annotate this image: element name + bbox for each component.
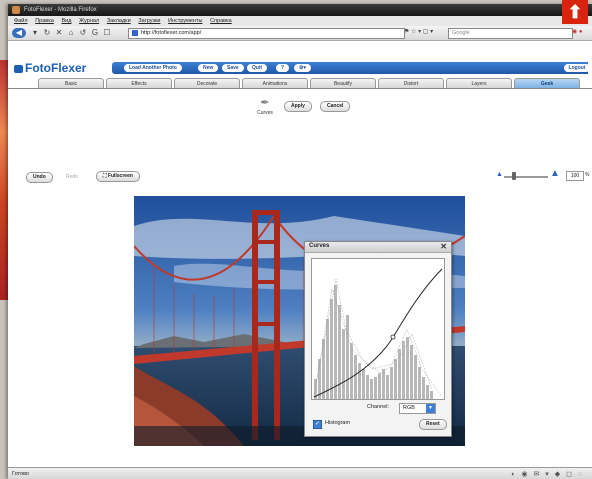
help-icon[interactable]: ? bbox=[276, 64, 290, 72]
site-favicon-icon bbox=[132, 29, 138, 36]
quit-button[interactable]: Quit bbox=[247, 64, 267, 72]
menu-item-downloads[interactable]: Загрузки bbox=[138, 16, 160, 26]
save-button[interactable]: Save bbox=[222, 64, 244, 72]
menu-item-file[interactable]: Файл bbox=[14, 16, 28, 26]
url-text: http://fotoflexer.com/app/ bbox=[141, 30, 202, 36]
menu-item-bookmarks[interactable]: Закладки bbox=[107, 16, 131, 26]
curves-dialog-titlebar[interactable]: Curves ✕ bbox=[305, 242, 451, 253]
channel-value: RGB bbox=[403, 405, 415, 411]
undo-button[interactable]: Undo bbox=[26, 172, 53, 183]
reset-button[interactable]: Reset bbox=[419, 419, 447, 430]
zoom-in-icon[interactable]: ▲ bbox=[550, 168, 560, 179]
url-field[interactable]: http://fotoflexer.com/app/ bbox=[128, 28, 405, 39]
zoom-unit: % bbox=[585, 172, 590, 178]
redo-button[interactable]: Redo bbox=[66, 174, 78, 180]
zoom-out-icon[interactable]: ▲ bbox=[496, 171, 503, 178]
dropdown-icon[interactable]: ▾ bbox=[30, 28, 40, 38]
browser-window: FotoFlexer - Mozilla Firefox Файл Правка… bbox=[8, 4, 592, 479]
search-field[interactable]: Google bbox=[448, 28, 573, 39]
bookmark-icon[interactable]: ☐ bbox=[102, 28, 112, 38]
logo-text: FotoFlexer bbox=[25, 61, 87, 75]
status-tray-icons[interactable]: ◐ ◉ ✉ ▾ ◆ ◻ ◌ bbox=[511, 470, 584, 478]
curves-tool[interactable]: ✒ Curves bbox=[252, 96, 278, 116]
editor-tabs: Basic Effects Decorate Animations Beauti… bbox=[38, 78, 590, 89]
app-toolbar: Load Another Photo New Save Quit ? ⚙▾ bbox=[112, 62, 588, 74]
curve-graph[interactable] bbox=[311, 258, 445, 400]
menu-item-tools[interactable]: Инструменты bbox=[168, 16, 202, 26]
extension-icons[interactable]: ◉ ● bbox=[572, 28, 592, 38]
window-title: FotoFlexer - Mozilla Firefox bbox=[24, 7, 97, 13]
zoom-slider[interactable] bbox=[504, 176, 548, 178]
window-titlebar: FotoFlexer - Mozilla Firefox bbox=[8, 4, 592, 16]
navigation-toolbar: ◀ ▾ ↻ ✕ ⌂ ↺ G ☐ http://fotoflexer.com/ap… bbox=[8, 26, 592, 41]
curves-dialog[interactable]: Curves ✕ Channel: RGB ▼ ✓ Histogram Rese… bbox=[304, 241, 452, 437]
back-icon[interactable]: ◀ bbox=[12, 28, 26, 38]
channel-select[interactable]: RGB ▼ bbox=[399, 403, 436, 414]
menu-bar: Файл Правка Вид Журнал Закладки Загрузки… bbox=[8, 16, 592, 26]
refresh-icon[interactable]: ↺ bbox=[78, 28, 88, 38]
fullscreen-label: Fullscreen bbox=[107, 173, 133, 179]
menu-item-help[interactable]: Справка bbox=[210, 16, 232, 26]
channel-label: Channel: bbox=[367, 404, 390, 410]
zoom-level-field[interactable]: 100 bbox=[566, 171, 584, 181]
status-bar: Готово ◐ ◉ ✉ ▾ ◆ ◻ ◌ bbox=[8, 467, 592, 479]
firefox-icon bbox=[12, 6, 20, 14]
camera-icon bbox=[14, 64, 23, 73]
home-icon[interactable]: ⌂ bbox=[66, 28, 76, 38]
stop-icon[interactable]: ✕ bbox=[54, 28, 64, 38]
reload-icon[interactable]: ↻ bbox=[42, 28, 52, 38]
apply-button[interactable]: Apply bbox=[284, 101, 312, 112]
status-text: Готово bbox=[12, 471, 29, 477]
search-placeholder: Google bbox=[452, 30, 470, 36]
curves-dialog-title: Curves bbox=[309, 243, 330, 249]
tab-divider bbox=[8, 88, 592, 89]
histogram-checkbox[interactable]: ✓ bbox=[313, 420, 322, 429]
curves-tool-label: Curves bbox=[257, 110, 273, 116]
curves-tool-icon: ✒ bbox=[260, 97, 270, 109]
settings-icon[interactable]: ⚙▾ bbox=[294, 64, 311, 72]
fullscreen-button[interactable]: ⛶ Fullscreen bbox=[96, 171, 140, 182]
load-another-photo-button[interactable]: Load Another Photo bbox=[124, 64, 182, 72]
chevron-down-icon: ▼ bbox=[426, 404, 435, 413]
google-icon[interactable]: G bbox=[90, 28, 100, 38]
menu-item-history[interactable]: Журнал bbox=[79, 16, 99, 26]
cancel-button[interactable]: Cancel bbox=[320, 101, 351, 112]
new-button[interactable]: New bbox=[198, 64, 219, 72]
histogram-label: Histogram bbox=[325, 420, 351, 426]
menu-item-edit[interactable]: Правка bbox=[35, 16, 54, 26]
histogram-curve-plot bbox=[313, 268, 443, 399]
fotoflexer-logo: FotoFlexer bbox=[14, 61, 86, 75]
zoom-slider-handle[interactable] bbox=[512, 172, 516, 180]
close-icon[interactable]: ✕ bbox=[440, 242, 447, 252]
arrow-up-icon: ⬆ bbox=[562, 0, 588, 24]
logout-button[interactable]: Logout bbox=[564, 64, 590, 72]
addon-icons[interactable]: ⚑ ☆ ▾ ▢ ▾ bbox=[404, 28, 444, 38]
menu-item-view[interactable]: Вид bbox=[61, 16, 71, 26]
